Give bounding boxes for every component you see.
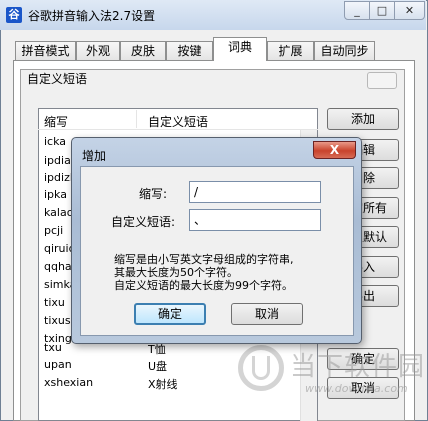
table-row-abbr[interactable]: kalao: [44, 206, 73, 219]
table-row-abbr[interactable]: upan: [44, 358, 72, 371]
dialog-cancel-button[interactable]: 取消: [231, 303, 303, 325]
dialog-ok-button[interactable]: 确定: [134, 303, 206, 325]
table-row-phrase[interactable]: X射线: [148, 376, 178, 392]
tab-pinyin-mode[interactable]: 拼音模式: [15, 41, 76, 60]
column-divider: [136, 110, 137, 128]
window-title: 谷歌拼音输入法2.7设置: [28, 9, 156, 23]
tab-appearance[interactable]: 外观: [76, 41, 120, 60]
maximize-button[interactable]: □: [369, 1, 395, 20]
table-row-abbr[interactable]: xshexian: [44, 376, 93, 389]
table-row-abbr[interactable]: pcji: [44, 224, 63, 237]
add-button[interactable]: 添加: [327, 108, 399, 130]
table-row-phrase[interactable]: U盘: [148, 358, 167, 374]
column-header-phrase[interactable]: 自定义短语: [148, 113, 208, 130]
phrase-input[interactable]: 、: [189, 209, 321, 231]
table-row-abbr[interactable]: ipka: [44, 188, 67, 201]
watermark-logo-mark: [252, 356, 270, 380]
dialog-title: 增加: [82, 149, 107, 163]
table-row-abbr[interactable]: icka: [44, 135, 66, 148]
table-row-abbr[interactable]: txu: [44, 341, 62, 354]
google-pinyin-app-icon: 谷: [6, 7, 22, 23]
phrase-label: 自定义短语:: [111, 215, 176, 229]
custom-phrase-title: 自定义短语: [27, 72, 88, 86]
close-button[interactable]: ✕: [394, 1, 425, 20]
watermark-url: www.downxia.com: [305, 382, 408, 395]
dialog-close-button[interactable]: X: [313, 141, 356, 159]
watermark-text: 当下软件园: [290, 352, 426, 382]
table-row-abbr[interactable]: tixu: [44, 296, 65, 309]
column-header-abbr[interactable]: 缩写: [44, 113, 68, 130]
minimize-button[interactable]: _: [344, 1, 370, 20]
panel-close-button[interactable]: [367, 72, 397, 89]
dialog-info-line: 自定义短语的最大长度为99个字符。: [114, 279, 293, 292]
tab-dictionary[interactable]: 词典: [213, 37, 267, 61]
abbr-label: 缩写:: [139, 187, 168, 201]
tab-extensions[interactable]: 扩展: [267, 41, 314, 60]
tab-keys[interactable]: 按键: [166, 41, 213, 60]
tab-auto-sync[interactable]: 自动同步: [314, 41, 375, 60]
tab-skin[interactable]: 皮肤: [120, 41, 166, 60]
abbr-input[interactable]: /: [189, 181, 321, 203]
